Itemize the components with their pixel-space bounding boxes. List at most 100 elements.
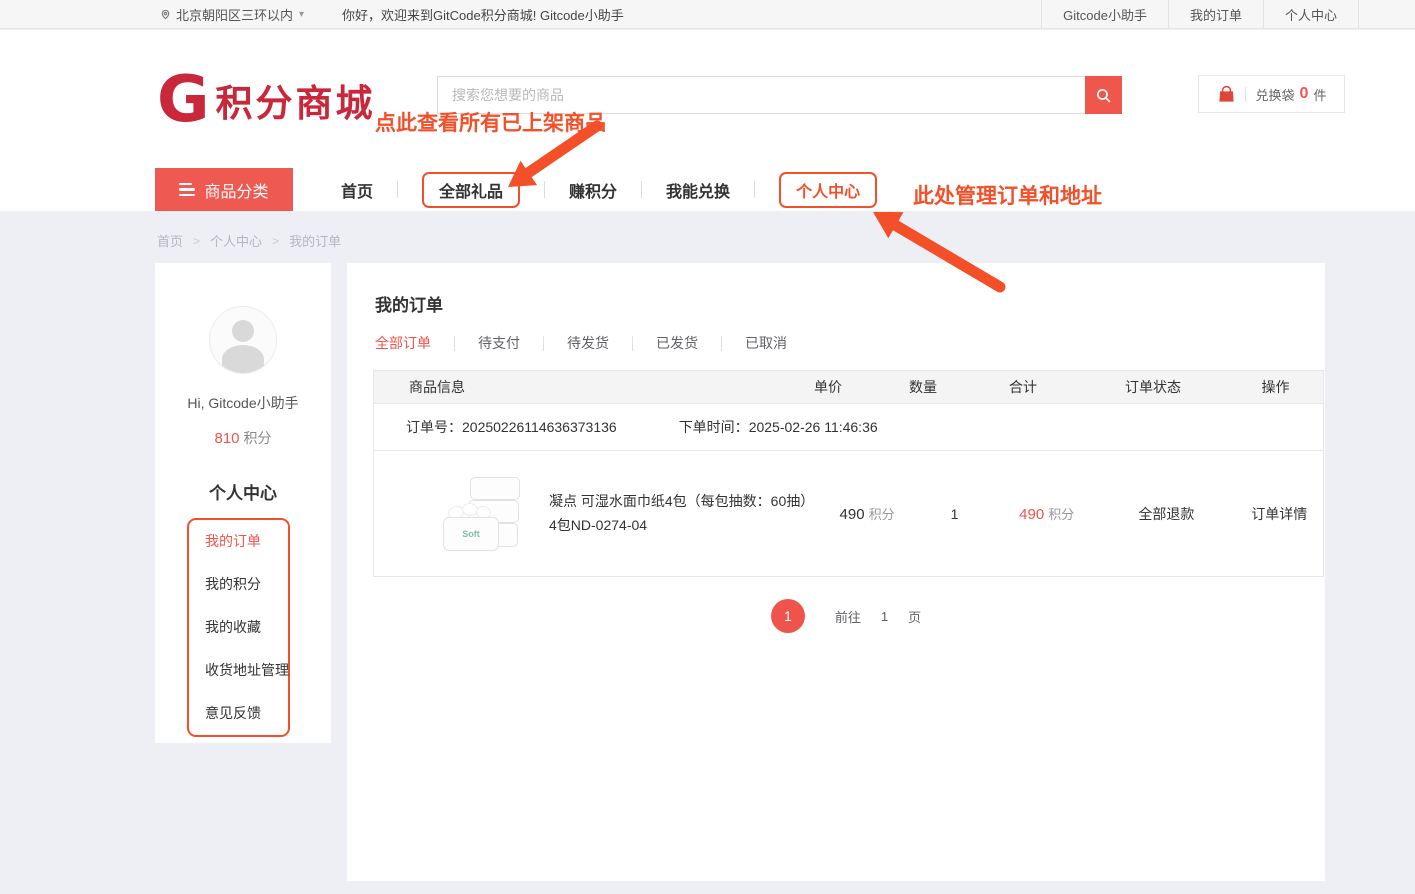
col-quantity: 数量 [878,377,968,397]
goto-page-input[interactable]: 1 [881,609,888,624]
location-selector[interactable]: 北京朝阳区三环以内 ▾ [160,0,304,28]
avatar-body [222,345,264,373]
site-header: G 积分商城 兑换袋 0 件 点此查看所有已上架商品 此处管理订单和地址 [0,30,1415,211]
main-nav: 首页 全部礼品 赚积分 我能兑换 个人中心 [341,168,877,211]
location-text: 北京朝阳区三环以内 [176,5,293,24]
order-number-label: 订单号： [406,419,462,435]
quantity-cell: 1 [913,506,996,522]
sidebar-greeting: Hi, Gitcode小助手 [155,393,331,413]
breadcrumb-current: 我的订单 [289,231,341,250]
avatar [209,306,277,374]
tab-separator [632,336,633,351]
sidebar-item-address-management[interactable]: 收货地址管理 [205,649,288,692]
order-number: 订单号：20250226114636373136 [406,417,617,437]
order-time-value: 2025-02-26 11:46:36 [749,419,878,435]
product-cell: Soft 凝点 可湿水面巾纸4包（每包抽数：60抽）4包ND-0274-04 [374,473,821,555]
total-value: 490 [1019,506,1044,523]
hamburger-icon [179,180,195,200]
location-pin-icon [160,9,171,20]
top-utility-bar: 北京朝阳区三环以内 ▾ 你好，欢迎来到GitCode积分商城! Gitcode小… [0,0,1415,29]
product-image[interactable]: Soft [442,473,524,555]
order-time-label: 下单时间： [679,419,749,435]
breadcrumb-separator: > [193,234,200,248]
order-number-value: 20250226114636373136 [462,419,617,435]
tissue-pack [470,477,520,500]
order-meta-row: 订单号：20250226114636373136 下单时间：2025-02-26… [373,404,1324,451]
page-title: 我的订单 [375,291,443,316]
order-status-cell: 全部退款 [1097,504,1235,524]
nav-separator [641,181,642,198]
exchange-bag-widget[interactable]: 兑换袋 0 件 [1198,75,1345,113]
tissue-pack-front: Soft [443,517,499,551]
unit-price-unit: 积分 [869,507,895,522]
topbar-link-my-orders[interactable]: 我的订单 [1168,0,1263,28]
bag-icon [1217,85,1236,104]
bag-divider [1245,87,1246,102]
points-unit: 积分 [244,430,272,446]
total-cell: 490 积分 [996,504,1097,523]
logo-wordmark: 积分商城 [216,73,376,127]
pagination: 1 前往 1 页 [357,599,1335,633]
site-logo[interactable]: G 积分商城 [157,70,376,131]
total-unit: 积分 [1048,507,1074,522]
annotation-profile-note: 此处管理订单和地址 [913,180,1102,210]
tab-separator [454,336,455,351]
tab-separator [543,336,544,351]
sidebar-item-my-orders[interactable]: 我的订单 [205,520,288,563]
category-button-label: 商品分类 [204,178,268,202]
tab-all-orders[interactable]: 全部订单 [375,333,431,353]
sidebar-title: 个人中心 [155,479,331,504]
search-button[interactable] [1085,76,1122,114]
topbar-links: Gitcode小助手 我的订单 个人中心 [1041,0,1359,28]
order-details-link[interactable]: 订单详情 [1236,504,1324,524]
breadcrumb-profile[interactable]: 个人中心 [210,231,262,250]
topbar-link-profile[interactable]: 个人中心 [1263,0,1359,28]
tab-pending-payment[interactable]: 待支付 [478,333,520,353]
nav-item-earn-points[interactable]: 赚积分 [569,178,617,202]
col-total: 合计 [968,377,1078,397]
nav-separator [754,181,755,198]
breadcrumb-separator: > [272,234,279,248]
profile-sidebar: Hi, Gitcode小助手 810 积分 个人中心 我的订单 我的积分 我的收藏… [155,263,331,743]
goto-label: 前往 [835,607,861,626]
orders-panel: 我的订单 全部订单 待支付 待发货 已发货 已取消 商品信息 单价 数量 合计 … [347,263,1325,881]
col-product-info: 商品信息 [374,377,778,397]
avatar-head [232,320,254,342]
tab-cancelled[interactable]: 已取消 [745,333,787,353]
nav-item-profile-center[interactable]: 个人中心 [779,172,877,208]
nav-item-home[interactable]: 首页 [341,178,373,202]
topbar-link-assistant[interactable]: Gitcode小助手 [1041,0,1168,28]
search-icon [1095,87,1112,104]
order-time: 下单时间：2025-02-26 11:46:36 [679,417,878,437]
points-value: 810 [214,430,239,447]
points-mall-page: 北京朝阳区三环以内 ▾ 你好，欢迎来到GitCode积分商城! Gitcode小… [0,0,1415,894]
unit-price-value: 490 [840,506,865,523]
col-actions: 操作 [1228,377,1323,397]
col-unit-price: 单价 [778,377,878,397]
sidebar-item-feedback[interactable]: 意见反馈 [205,692,288,735]
tab-pending-shipment[interactable]: 待发货 [567,333,609,353]
order-status-tabs: 全部订单 待支付 待发货 已发货 已取消 [375,333,787,353]
sidebar-item-favorites[interactable]: 我的收藏 [205,606,288,649]
category-menu-button[interactable]: 商品分类 [155,168,293,211]
nav-separator [397,181,398,198]
annotation-gifts-note: 点此查看所有已上架商品 [375,107,606,137]
chevron-down-icon: ▾ [299,9,304,20]
bag-unit: 件 [1313,85,1326,104]
tab-shipped[interactable]: 已发货 [656,333,698,353]
sidebar-menu-annotated-box: 我的订单 我的积分 我的收藏 收货地址管理 意见反馈 [187,518,290,737]
nav-item-can-exchange[interactable]: 我能兑换 [666,178,730,202]
page-number-button[interactable]: 1 [771,599,805,633]
bag-label: 兑换袋 [1256,85,1295,104]
unit-price-cell: 490 积分 [821,504,913,523]
logo-g-mark: G [157,70,210,131]
nav-item-all-gifts[interactable]: 全部礼品 [422,172,520,208]
breadcrumb: 首页 > 个人中心 > 我的订单 [157,231,341,250]
order-item-row: Soft 凝点 可湿水面巾纸4包（每包抽数：60抽）4包ND-0274-04 4… [373,451,1324,577]
breadcrumb-home[interactable]: 首页 [157,231,183,250]
tab-separator [721,336,722,351]
product-name[interactable]: 凝点 可湿水面巾纸4包（每包抽数：60抽）4包ND-0274-04 [549,490,821,536]
sidebar-item-my-points[interactable]: 我的积分 [205,563,288,606]
bag-count: 0 [1300,85,1309,103]
page-unit-label: 页 [908,607,921,626]
